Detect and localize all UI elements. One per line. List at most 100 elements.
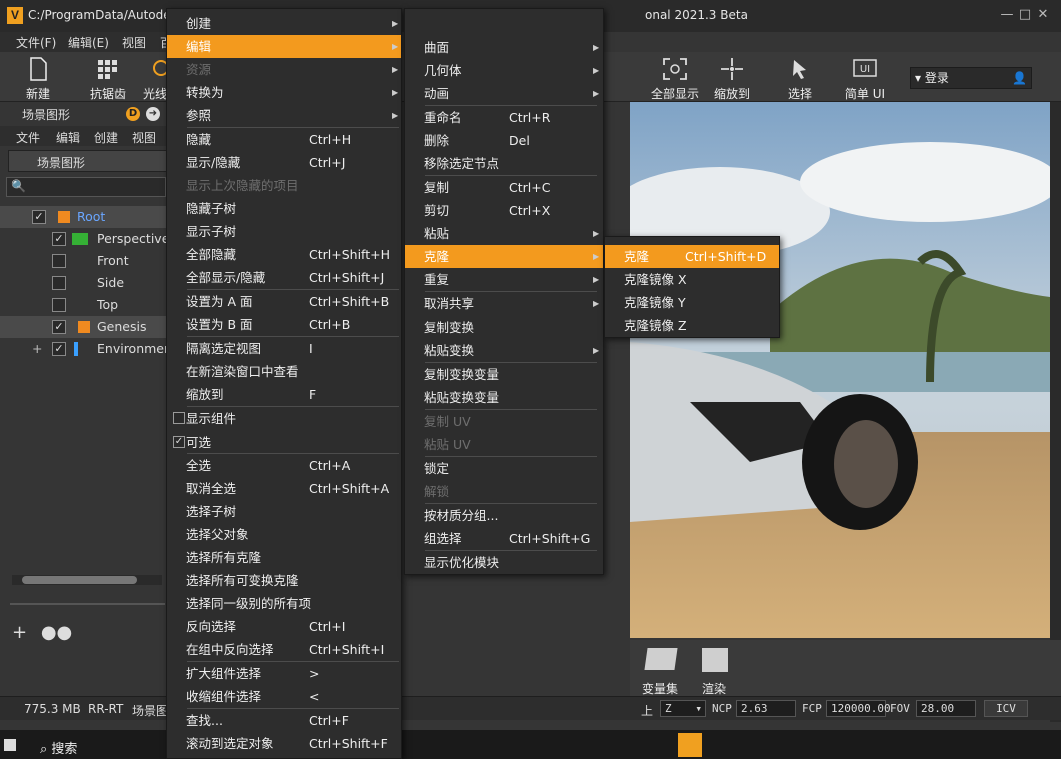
panel-menu-file[interactable]: 文件 xyxy=(16,129,40,146)
menu-item[interactable]: 克隆 Ctrl+Shift+D xyxy=(605,245,779,268)
menu-item[interactable]: 删除 Del xyxy=(405,129,603,152)
tree-item-side[interactable]: Side xyxy=(0,272,170,294)
menu-item[interactable]: ✓ 可选 xyxy=(167,431,401,454)
icv-button[interactable]: ICV xyxy=(984,700,1028,717)
scene-graph-dropdown[interactable]: 场景图形 xyxy=(8,150,168,172)
menu-item[interactable]: 几何体 ▶ xyxy=(405,59,603,82)
menu-item[interactable]: 复制变换变量 xyxy=(405,363,603,386)
vred-taskbar-icon[interactable] xyxy=(678,733,702,757)
visibility-checkbox[interactable]: ✓ xyxy=(52,320,66,334)
menu-item[interactable]: 剪切 Ctrl+X xyxy=(405,199,603,222)
arrow-right-icon[interactable]: ➜ xyxy=(146,107,160,121)
menu-item[interactable]: 显示子树 xyxy=(167,220,401,243)
menu-item[interactable]: 复制 Ctrl+C xyxy=(405,176,603,199)
horizontal-scrollbar[interactable] xyxy=(12,575,162,585)
menu-item[interactable]: 粘贴变换变量 xyxy=(405,386,603,409)
render-viewport[interactable] xyxy=(630,102,1050,638)
clapper-icon[interactable] xyxy=(702,648,728,672)
menu-item[interactable]: 克隆镜像 Y xyxy=(605,291,779,314)
menu-item[interactable]: 克隆镜像 X xyxy=(605,268,779,291)
menu-item[interactable]: 隐藏子树 xyxy=(167,197,401,220)
panel-menu-edit[interactable]: 编辑 xyxy=(56,129,80,146)
dots-icon[interactable]: ●● xyxy=(41,622,72,643)
simple-ui-button[interactable]: UI 简单 UI xyxy=(842,52,888,102)
tree-item-top[interactable]: Top xyxy=(0,294,170,316)
menu-item[interactable]: 按材质分组... xyxy=(405,504,603,527)
menu-item[interactable]: 设置为 B 面 Ctrl+B xyxy=(167,313,401,336)
menu-item[interactable]: 粘贴 ▶ xyxy=(405,222,603,245)
menu-item[interactable]: 显示组件 xyxy=(167,407,401,430)
menu-item[interactable]: 动画 ▶ xyxy=(405,82,603,105)
visibility-checkbox[interactable] xyxy=(52,298,66,312)
menu-item[interactable]: 重命名 Ctrl+R xyxy=(405,106,603,129)
variants-label[interactable]: 变量集 xyxy=(642,680,678,697)
render-label[interactable]: 渲染 xyxy=(702,680,726,697)
menu-item[interactable]: 选择子树 xyxy=(167,500,401,523)
tree-item-perspective[interactable]: ✓ Perspective xyxy=(0,228,170,250)
menu-item[interactable]: 查找... Ctrl+F xyxy=(167,709,401,732)
menu-item[interactable]: 选择所有克隆 xyxy=(167,546,401,569)
tree-item-front[interactable]: Front xyxy=(0,250,170,272)
menu-item[interactable]: 重复 ▶ xyxy=(405,268,603,291)
menu-item[interactable]: 参照 ▶ xyxy=(167,104,401,127)
antialias-button[interactable]: 抗锯齿 xyxy=(88,52,128,102)
menu-item[interactable]: 全部显示/隐藏 Ctrl+Shift+J xyxy=(167,266,401,289)
menu-view[interactable]: 视图 xyxy=(122,34,146,51)
ncp-field[interactable]: 2.63 xyxy=(736,700,796,717)
menu-item[interactable]: 全选 Ctrl+A xyxy=(167,454,401,477)
windows-start-icon[interactable] xyxy=(4,739,16,751)
menu-item[interactable]: 转换为 ▶ xyxy=(167,81,401,104)
menu-item[interactable]: 移除选定节点 xyxy=(405,152,603,175)
zoom-to-button[interactable]: 缩放到 xyxy=(710,52,754,102)
close-icon[interactable]: ✕ xyxy=(1036,8,1050,22)
menu-item[interactable]: 滚动到选定对象 Ctrl+Shift+F xyxy=(167,732,401,755)
menu-item[interactable]: 扩大组件选择 > xyxy=(167,662,401,685)
minimize-icon[interactable]: — xyxy=(1000,8,1014,22)
variants-icon[interactable] xyxy=(644,648,678,670)
panel-menu-view[interactable]: 视图 xyxy=(132,129,156,146)
expand-icon[interactable]: + xyxy=(32,338,42,360)
scene-search-input[interactable]: 🔍 xyxy=(6,177,166,197)
add-icon[interactable]: + xyxy=(12,622,27,643)
menu-item[interactable]: 曲面 ▶ xyxy=(405,36,603,59)
menu-item[interactable]: 显示/隐藏 Ctrl+J xyxy=(167,151,401,174)
show-all-button[interactable]: 全部显示 xyxy=(650,52,700,102)
menu-item[interactable]: 在新渲染窗口中查看 xyxy=(167,360,401,383)
menu-item[interactable]: 全部隐藏 Ctrl+Shift+H xyxy=(167,243,401,266)
tree-item-genesis[interactable]: ✓ Genesis xyxy=(0,316,170,338)
up-axis-select[interactable]: Z ▾ xyxy=(660,700,706,717)
zoom-slider[interactable] xyxy=(10,603,165,605)
d-badge-icon[interactable]: D xyxy=(126,107,140,121)
menu-item[interactable]: 显示优化模块 xyxy=(405,551,603,574)
menu-item[interactable]: 选择所有可变换克隆 xyxy=(167,569,401,592)
visibility-checkbox[interactable] xyxy=(52,276,66,290)
menu-item[interactable]: 克隆 ▶ xyxy=(405,245,603,268)
menu-edit[interactable]: 编辑(E) xyxy=(68,34,109,51)
menu-item[interactable]: 组选择 Ctrl+Shift+G xyxy=(405,527,603,550)
menu-item[interactable]: 隐藏 Ctrl+H xyxy=(167,128,401,151)
taskbar-search[interactable]: ⌕ 搜索 xyxy=(40,738,77,757)
fov-field[interactable]: 28.00 xyxy=(916,700,976,717)
menu-item[interactable]: 缩放到 F xyxy=(167,383,401,406)
new-button[interactable]: 新建 xyxy=(20,52,56,102)
menu-file[interactable]: 文件(F) xyxy=(16,34,56,51)
menu-item[interactable]: 复制变换 xyxy=(405,316,603,339)
login-dropdown[interactable]: ▾ 登录 👤 xyxy=(910,67,1032,89)
visibility-checkbox[interactable]: ✓ xyxy=(52,342,66,356)
menu-item[interactable]: 收缩组件选择 < xyxy=(167,685,401,708)
select-button[interactable]: 选择 xyxy=(780,52,820,102)
menu-item[interactable]: 创建 ▶ xyxy=(167,12,401,35)
menu-item[interactable]: 在组中反向选择 Ctrl+Shift+I xyxy=(167,638,401,661)
menu-item[interactable]: 选择父对象 xyxy=(167,523,401,546)
visibility-checkbox[interactable] xyxy=(52,254,66,268)
visibility-checkbox[interactable]: ✓ xyxy=(32,210,46,224)
tree-item-environment[interactable]: + ✓ Environment xyxy=(0,338,177,360)
menu-item[interactable]: 反向选择 Ctrl+I xyxy=(167,615,401,638)
menu-item[interactable]: 编辑 ▶ xyxy=(167,35,401,58)
menu-item[interactable]: 取消共享 ▶ xyxy=(405,292,603,315)
fcp-field[interactable]: 120000.00 xyxy=(826,700,891,717)
menu-item[interactable]: 选择同一级别的所有项 xyxy=(167,592,401,615)
panel-menu-create[interactable]: 创建 xyxy=(94,129,118,146)
tree-item-root[interactable]: ✓ Root xyxy=(0,206,170,228)
menu-item[interactable]: 取消全选 Ctrl+Shift+A xyxy=(167,477,401,500)
